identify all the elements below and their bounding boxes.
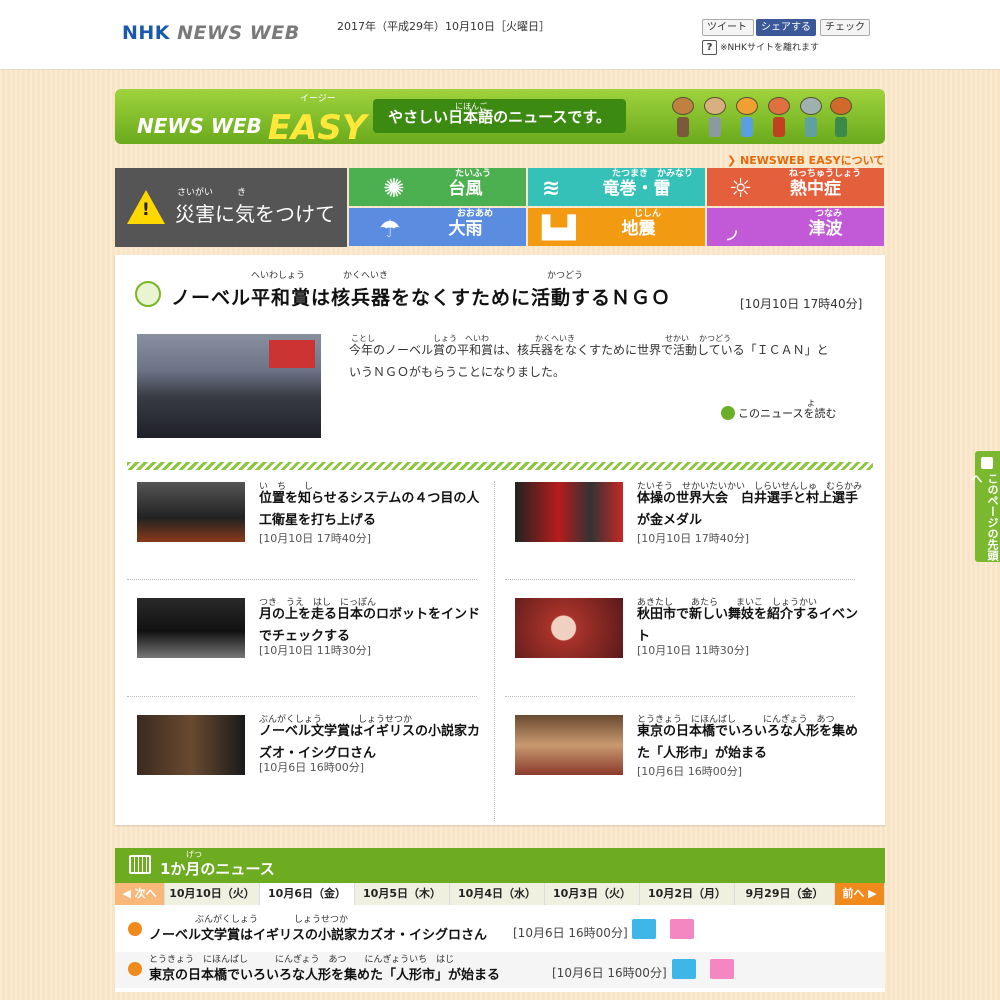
chevron-right-icon: ❯ <box>727 154 741 167</box>
disaster-tsunami-button[interactable]: つなみ ◞ 津波 <box>707 208 884 246</box>
site-header: NHK NEWS WEB 2017年（平成29年）10月10日［火曜日］ ツイー… <box>0 0 1000 70</box>
top-article-title[interactable]: ノーベル平和賞は核兵器をなくすために活動するＮＧＯ <box>171 283 671 310</box>
about-easy-link[interactable]: ❯ NEWSWEB EASYについて <box>727 152 884 168</box>
news-item[interactable]: たいそう せかいたいかい しらいせんしゅ むらかみ 体操の世界大会 白井選手と村… <box>515 482 875 552</box>
document-icon <box>721 406 735 420</box>
banner-tagline: やさしい日本語のニュースです。 <box>373 99 626 133</box>
date-tab[interactable]: 10月5日（木） <box>355 883 450 905</box>
mascot-character <box>798 97 824 141</box>
easy-logo: NEWS WEB EASY <box>137 108 367 148</box>
mascot-character <box>734 97 760 141</box>
disaster-heatstroke-button[interactable]: ねっちゅうしょう ☼ 熱中症 <box>707 168 884 206</box>
calendar-icon <box>129 855 151 874</box>
leave-site-notice: ? ※NHKサイトを離れます <box>702 40 819 55</box>
monthly-news-panel: げつ 1か月のニュース ◀ 次へ 10月10日（火） 10月6日（金） 10月5… <box>115 848 885 992</box>
news-thumbnail <box>137 482 245 542</box>
news-item[interactable]: とうきょう にほんばし にんぎょう あつ 東京の日本橋でいろいろな人形を集めた「… <box>515 715 875 785</box>
disaster-earthquake-button[interactable]: じしん ▙▟ 地震 <box>528 208 705 246</box>
date-tabs: ◀ 次へ 10月10日（火） 10月6日（金） 10月5日（木） 10月4日（水… <box>115 883 885 905</box>
top-article-summary: 今年のノーベル賞の平和賞は、核兵器をなくすために世界で活動している「ＩＣＡＮ」と… <box>349 343 829 379</box>
monthly-news-row[interactable]: とうきょう にほんばし にんぎょう あつ にんぎょういち はじ 東京の日本橋でい… <box>115 952 885 988</box>
chevron-right-icon <box>128 962 142 976</box>
tsunami-wave-icon: ◞ <box>727 214 738 244</box>
news-thumbnail <box>137 598 245 658</box>
typhoon-icon: ✺ <box>383 174 405 204</box>
disaster-section-title[interactable]: ! さいがい き 災害に気をつけて <box>115 168 347 247</box>
easy-ruby: イージー <box>300 94 336 104</box>
top-article-image[interactable] <box>137 334 321 438</box>
monthly-news-row[interactable]: ぶんがくしょう しょうせつか ノーベル文学賞はイギリスの小説家カズオ・イシグロさ… <box>115 912 885 948</box>
video-icon[interactable] <box>670 919 694 939</box>
sun-icon: ☼ <box>729 174 753 204</box>
check-button[interactable]: チェック <box>820 19 870 36</box>
news-thumbnail <box>515 715 623 775</box>
news-thumbnail <box>515 598 623 658</box>
date-tab[interactable]: 10月3日（火） <box>545 883 640 905</box>
facebook-share-button[interactable]: シェアする <box>756 19 816 36</box>
date-tab-selected[interactable]: 10月6日（金） <box>260 883 355 905</box>
mascot-character <box>702 97 728 141</box>
chevron-right-icon <box>128 922 142 936</box>
tweet-button[interactable]: ツイート <box>702 19 754 36</box>
earthquake-building-icon: ▙▟ <box>542 216 576 241</box>
news-item[interactable]: ぶんがくしょう しょうせつか ノーベル文学賞はイギリスの小説家カズオ・イシグロさ… <box>137 715 497 785</box>
mascot-character <box>766 97 792 141</box>
nhk-news-web-logo[interactable]: NHK NEWS WEB <box>122 22 300 44</box>
back-to-top-button[interactable]: このページの先頭へ <box>970 451 1000 562</box>
newsweb-easy-banner[interactable]: NEWS WEB EASY イージー やさしい日本語のニュースです。 にほんご <box>115 89 885 148</box>
news-thumbnail <box>515 482 623 542</box>
date-tab[interactable]: 9月29日（金） <box>735 883 835 905</box>
next-dates-button[interactable]: ◀ 次へ <box>115 883 165 905</box>
audio-icon[interactable] <box>632 919 656 939</box>
news-thumbnail <box>137 715 245 775</box>
divider-stripe <box>127 462 873 470</box>
date-tab[interactable]: 10月2日（月） <box>640 883 735 905</box>
read-article-link[interactable]: このニュースを読む <box>721 405 836 421</box>
disaster-tornado-thunder-button[interactable]: たつまき かみなり ≋ 竜巻・雷 <box>528 168 705 206</box>
date-tab[interactable]: 10月10日（火） <box>165 883 260 905</box>
previous-dates-button[interactable]: 前へ ▶ <box>835 883 885 905</box>
mascot-character <box>828 97 854 141</box>
globe-icon <box>135 281 161 307</box>
news-main-panel: へいわしょう かくへいき かつどう ノーベル平和賞は核兵器をなくすために活動する… <box>115 255 885 825</box>
umbrella-icon: ☂ <box>379 215 401 243</box>
disaster-heavy-rain-button[interactable]: おおあめ ☂ 大雨 <box>349 208 526 246</box>
date-tab[interactable]: 10月4日（水） <box>450 883 545 905</box>
news-item[interactable]: あきたし あたら まいこ しょうかい 秋田市で新しい舞妓を紹介するイベント [1… <box>515 598 875 668</box>
mascot-character <box>670 97 696 141</box>
monthly-news-header: げつ 1か月のニュース <box>115 848 885 883</box>
disaster-typhoon-button[interactable]: たいふう ✺ 台風 <box>349 168 526 206</box>
video-icon[interactable] <box>710 959 734 979</box>
current-date: 2017年（平成29年）10月10日［火曜日］ <box>337 20 550 33</box>
news-item[interactable]: い ち し 位置を知らせるシステムの４つ目の人工衛星を打ち上げる [10月10日… <box>137 482 497 552</box>
help-icon[interactable]: ? <box>702 40 717 55</box>
audio-icon[interactable] <box>672 959 696 979</box>
top-article-time: [10月10日 17時40分] <box>740 297 863 311</box>
news-item[interactable]: つき うえ はし にっぽん 月の上を走る日本のロボットをインドでチェックする [… <box>137 598 497 668</box>
tornado-icon: ≋ <box>542 176 561 201</box>
tagline-ruby: にほんご <box>455 102 487 111</box>
